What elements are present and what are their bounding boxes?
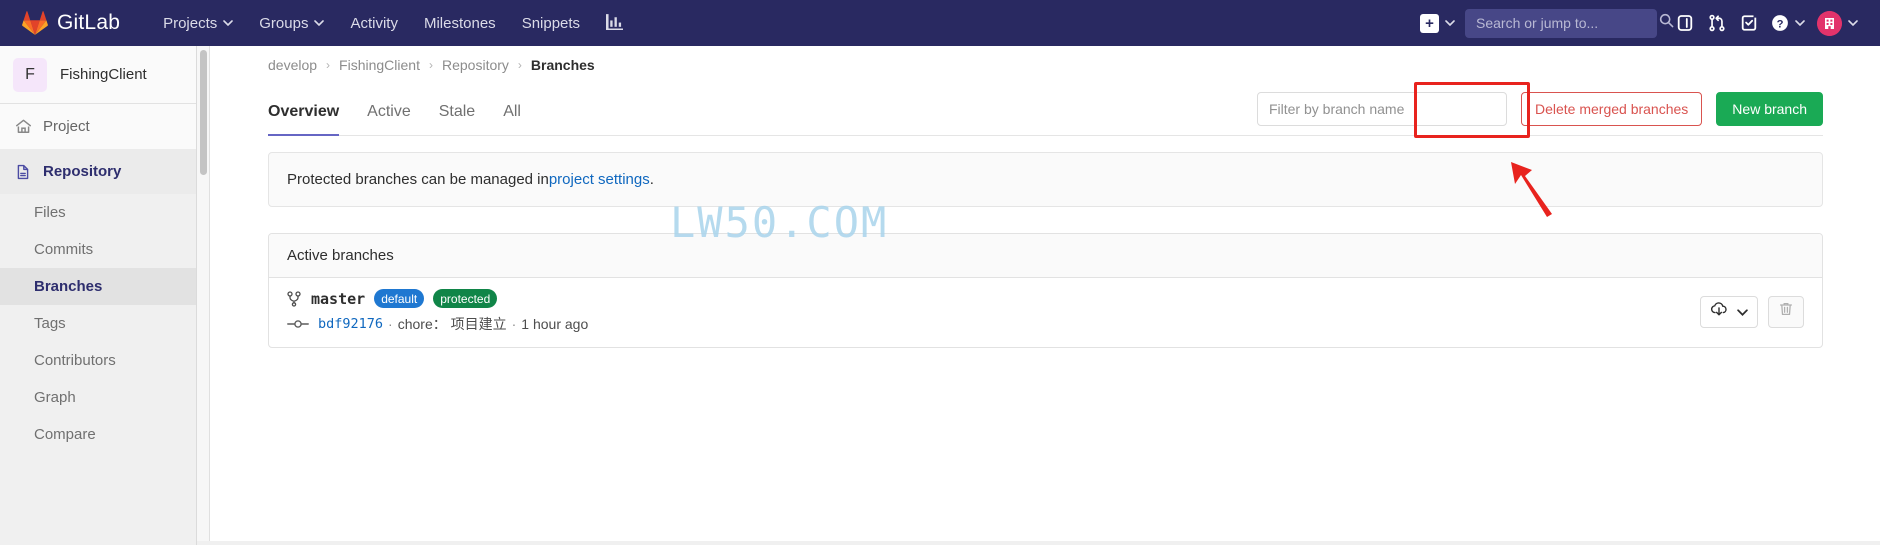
navbar-right: + Search or jump to... ? (1414, 0, 1880, 46)
gitlab-tanuki-logo (22, 10, 48, 36)
branch-tabs: Overview Active Stale All (268, 82, 549, 136)
breadcrumb: develop › FishingClient › Repository › B… (211, 46, 1880, 83)
nav-item-activity[interactable]: Activity (337, 0, 411, 46)
breadcrumb-separator: › (326, 57, 331, 72)
document-icon (14, 164, 32, 180)
cloud-download-icon (1710, 300, 1728, 323)
sidebar-item-graph[interactable]: Graph (0, 379, 196, 416)
gitlab-home-link[interactable]: GitLab (0, 0, 134, 46)
nav-item-snippets[interactable]: Snippets (509, 0, 593, 46)
branch-commit-info: bdf92176 · chore： 项目建立 · 1 hour ago (287, 314, 1700, 334)
breadcrumb-current: Branches (530, 56, 595, 73)
nav-item-groups-label: Groups (259, 14, 309, 32)
search-box[interactable] (1465, 8, 1674, 38)
branch-tabs-row: Overview Active Stale All Delete merged … (268, 83, 1823, 136)
commit-timestamp: 1 hour ago (521, 316, 589, 332)
sidebar-item-branches[interactable]: Branches (0, 268, 196, 305)
active-branches-panel: Active branches master default protected… (268, 233, 1823, 348)
search-input[interactable] (1474, 14, 1659, 32)
project-settings-link[interactable]: project settings (549, 171, 650, 188)
sidebar-item-repository[interactable]: Repository (0, 149, 196, 194)
breadcrumb-item-develop[interactable]: develop (268, 57, 317, 73)
notice-text-after: . (649, 171, 654, 188)
new-branch-button[interactable]: New branch (1716, 92, 1823, 126)
navbar-menu: Projects Groups Activity Milestones Snip… (150, 0, 636, 46)
sidebar-item-project[interactable]: Project (0, 104, 196, 149)
delete-merged-branches-button[interactable]: Delete merged branches (1520, 92, 1703, 126)
svg-text:?: ? (1777, 18, 1784, 30)
branch-icon (287, 290, 301, 307)
sidebar-item-repository-label: Repository (43, 163, 122, 180)
sidebar-project-header[interactable]: F FishingClient (0, 46, 196, 104)
nav-item-groups[interactable]: Groups (246, 0, 337, 46)
top-navbar: GitLab Projects Groups Activity Mileston… (0, 0, 1880, 46)
plus-square-icon: + (1420, 13, 1439, 33)
project-sidebar: F FishingClient Project Repository Files… (0, 46, 197, 545)
project-avatar: F (13, 57, 47, 92)
chevron-down-icon (1795, 20, 1805, 26)
sidebar-item-project-label: Project (43, 118, 90, 135)
notice-text-before: Protected branches can be managed in (287, 171, 549, 188)
branch-filter-input[interactable] (1256, 92, 1507, 126)
sidebar-item-tags[interactable]: Tags (0, 305, 196, 342)
status-badge-default: default (374, 289, 425, 308)
commit-message: chore： 项目建立 (397, 316, 507, 332)
commit-icon (287, 317, 309, 331)
help-button[interactable]: ? (1765, 7, 1811, 39)
home-icon (14, 118, 32, 135)
issues-icon[interactable] (1669, 7, 1701, 39)
chart-bar-icon (606, 13, 624, 34)
tab-active[interactable]: Active (367, 104, 423, 135)
horizontal-scrollbar[interactable] (0, 541, 1880, 545)
sidebar-scrollbar[interactable] (197, 46, 210, 545)
branch-title: master default protected (287, 289, 1700, 308)
breadcrumb-item-repository[interactable]: Repository (442, 57, 509, 73)
branch-name[interactable]: master (311, 290, 365, 308)
nav-item-analytics[interactable] (593, 0, 636, 46)
chevron-down-icon (223, 20, 234, 26)
tab-all[interactable]: All (503, 104, 533, 135)
sidebar-item-commits[interactable]: Commits (0, 231, 196, 268)
branch-info: master default protected bdf92176 · chor… (287, 289, 1700, 334)
table-row: master default protected bdf92176 · chor… (269, 278, 1822, 347)
project-name: FishingClient (60, 66, 147, 83)
sidebar-item-contributors[interactable]: Contributors (0, 342, 196, 379)
chevron-down-icon (1848, 20, 1858, 26)
separator: · (388, 316, 393, 332)
breadcrumb-separator: › (428, 57, 433, 72)
main-content: develop › FishingClient › Repository › B… (211, 46, 1880, 545)
branch-row-actions (1700, 295, 1804, 328)
breadcrumb-separator: › (517, 57, 522, 72)
breadcrumb-item-fishingclient[interactable]: FishingClient (339, 57, 420, 73)
separator: · (511, 316, 517, 332)
delete-branch-button (1768, 295, 1804, 328)
avatar (1817, 10, 1842, 36)
download-source-code-dropdown[interactable] (1700, 295, 1758, 328)
status-badge-protected: protected (433, 289, 498, 308)
branch-toolbar: Delete merged branches New branch (1256, 92, 1823, 135)
sidebar-scrollbar-thumb[interactable] (200, 50, 207, 175)
chevron-down-icon (314, 20, 325, 26)
sidebar-item-compare[interactable]: Compare (0, 416, 196, 453)
navbar-left: GitLab Projects Groups Activity Mileston… (0, 0, 636, 46)
merge-requests-icon[interactable] (1701, 7, 1733, 39)
brand-name: GitLab (57, 11, 121, 34)
trash-icon (1778, 301, 1794, 322)
tab-stale[interactable]: Stale (439, 104, 487, 135)
active-branches-title: Active branches (269, 234, 1822, 278)
commit-sha-link[interactable]: bdf92176 (318, 316, 383, 332)
sidebar-item-files[interactable]: Files (0, 194, 196, 231)
nav-item-milestones[interactable]: Milestones (411, 0, 509, 46)
tab-overview[interactable]: Overview (268, 104, 351, 136)
nav-item-projects[interactable]: Projects (150, 0, 246, 46)
protected-branches-notice: Protected branches can be managed in pro… (268, 152, 1823, 207)
chevron-down-icon (1445, 20, 1455, 26)
chevron-down-icon (1737, 303, 1748, 321)
nav-item-projects-label: Projects (163, 14, 218, 32)
todos-icon[interactable] (1733, 7, 1765, 39)
user-menu-button[interactable] (1811, 7, 1864, 39)
create-new-button[interactable]: + (1414, 7, 1461, 39)
